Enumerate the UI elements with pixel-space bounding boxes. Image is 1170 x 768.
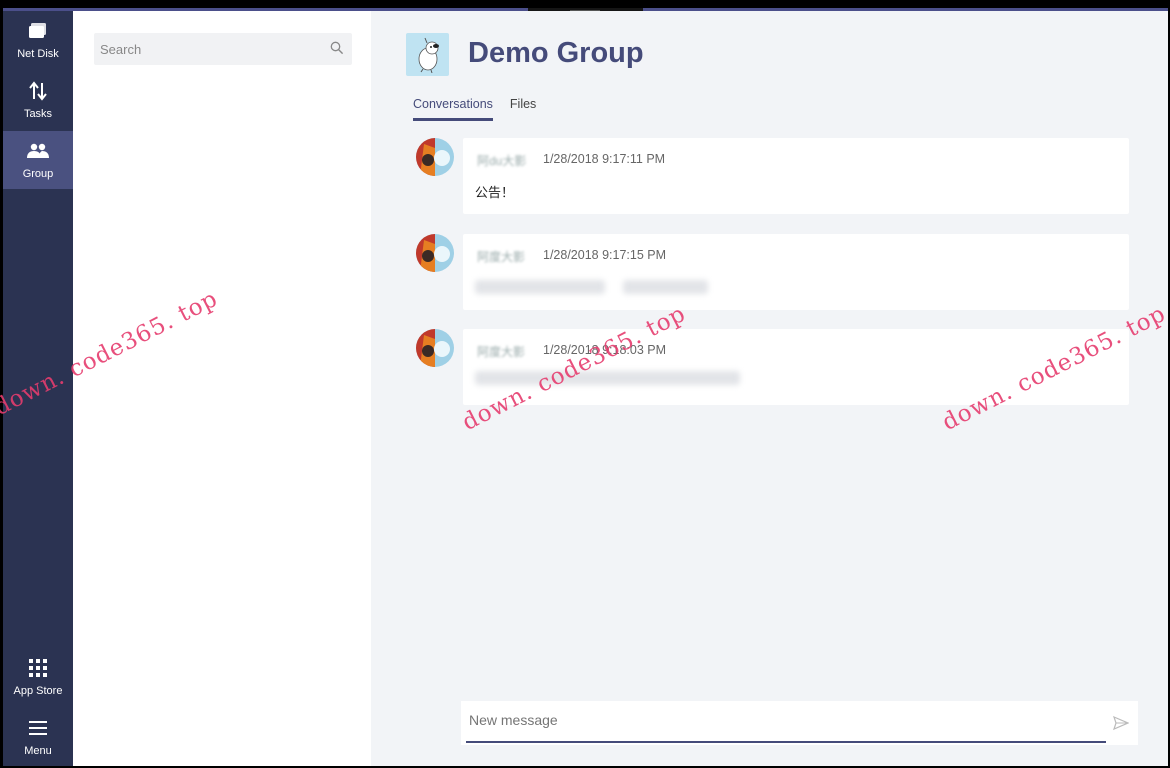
message-card: 阿du大影 1/28/2018 9:17:11 PM 公告！: [463, 138, 1129, 214]
input-underline: [466, 741, 1106, 743]
message-sender: 阿度大影: [477, 345, 526, 359]
arrows-updown-icon: [27, 80, 49, 102]
rail-item-group[interactable]: Group: [3, 131, 73, 189]
rail-label: Group: [22, 168, 54, 180]
search-input[interactable]: Search: [100, 42, 141, 57]
message-sender: 阿度大影: [477, 250, 526, 264]
dog-illustration-icon: [418, 37, 439, 73]
hamburger-menu-icon: [27, 717, 49, 739]
group-title: Demo Group: [468, 37, 644, 69]
avatar[interactable]: [416, 138, 454, 176]
message-item: 阿du大影 1/28/2018 9:17:11 PM 公告！: [413, 138, 1129, 218]
message-body: 公告！: [475, 185, 515, 200]
message-item: 阿度大影 1/28/2018 9:17:15 PM: [413, 234, 1129, 314]
message-input[interactable]: [469, 712, 1099, 728]
compose-box[interactable]: [461, 701, 1138, 745]
rail-item-menu[interactable]: Menu: [3, 708, 73, 766]
tab-files[interactable]: Files: [510, 97, 536, 117]
rail-label: Net Disk: [17, 48, 59, 60]
search-box[interactable]: Search: [94, 33, 352, 65]
message-timestamp: 1/28/2018 9:17:11 PM: [543, 152, 666, 166]
conversation-tabs: Conversations Files: [413, 97, 536, 121]
avatar[interactable]: [416, 234, 454, 272]
search-icon[interactable]: [330, 41, 344, 55]
send-icon[interactable]: [1113, 715, 1130, 731]
rail-item-tasks[interactable]: Tasks: [3, 71, 73, 129]
message-timestamp: 1/28/2018 9:17:15 PM: [543, 248, 667, 262]
rail-label: Menu: [24, 745, 52, 757]
conversation-pane: Demo Group Conversations Files 阿du大影 1/2…: [371, 11, 1168, 766]
group-avatar: [406, 33, 449, 76]
message-sender: 阿du大影: [477, 154, 527, 168]
folder-icon: [27, 20, 49, 42]
message-card: 阿度大影 1/28/2018 9:17:15 PM: [463, 234, 1129, 310]
redacted-text: [475, 280, 605, 294]
rail-label: App Store: [13, 685, 63, 697]
rail-label: Tasks: [23, 108, 53, 120]
rail-item-app-store[interactable]: App Store: [3, 648, 73, 706]
redacted-text: [623, 280, 708, 294]
people-icon: [27, 140, 49, 162]
group-list-pane: Search: [73, 11, 371, 766]
avatar[interactable]: [416, 329, 454, 367]
apps-grid-icon: [27, 657, 49, 679]
tab-conversations[interactable]: Conversations: [413, 97, 493, 121]
rail-item-net-disk[interactable]: Net Disk: [3, 11, 73, 69]
